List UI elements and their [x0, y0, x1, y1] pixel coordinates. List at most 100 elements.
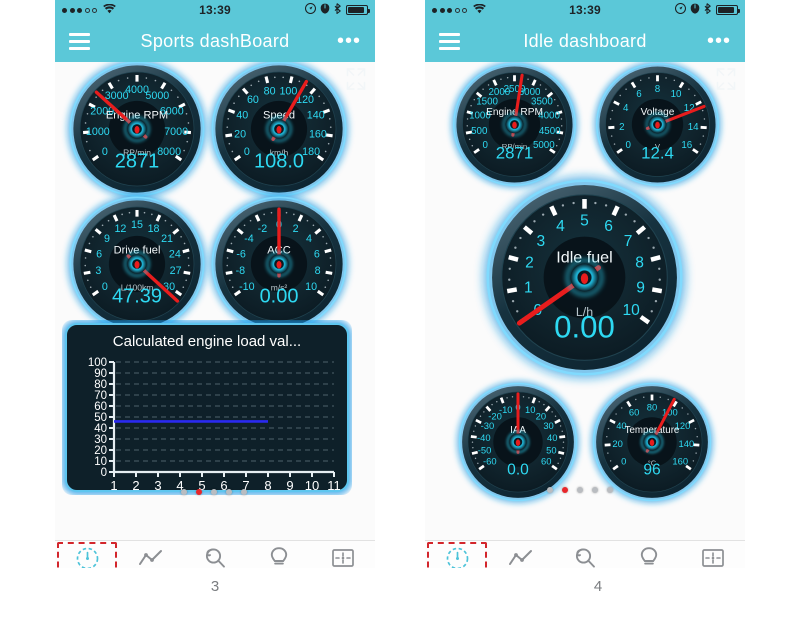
gauge-acc[interactable]: -10-8-6-4-20246810ACCm/s²0.00: [205, 190, 353, 338]
gauge-tick-label: 0: [102, 281, 108, 293]
chart-y-label: 80: [94, 379, 107, 391]
gauge-minor-tick: [673, 79, 676, 82]
gauge-minor-tick: [703, 118, 706, 120]
gauge-tick-label: 0: [621, 456, 626, 467]
gauge-major-tick: [471, 450, 478, 455]
gauge-value: 47.39: [112, 285, 162, 307]
diagnostics-search-icon: [573, 546, 597, 569]
page-dot[interactable]: [562, 487, 568, 493]
gauge-major-tick: [264, 76, 270, 84]
gauge-minor-tick: [625, 88, 627, 90]
gauge-minor-tick: [323, 102, 325, 105]
gauge-minor-tick: [545, 88, 547, 90]
gauge-value: 12.4: [641, 143, 674, 162]
tab-map[interactable]: Map: [311, 541, 375, 568]
gauge-major-tick: [325, 133, 333, 138]
page-dot[interactable]: [547, 487, 553, 493]
gauge-minor-tick: [237, 95, 240, 98]
gauge-tick-label: 30: [543, 420, 553, 431]
gauge-major-tick: [508, 255, 519, 262]
gauge-minor-tick: [694, 427, 697, 430]
expand-fullscreen-icon[interactable]: [343, 66, 369, 92]
gauge-minor-tick: [528, 397, 530, 399]
gauge-tick-label: 1: [524, 279, 533, 296]
tab-dashboard[interactable]: Dashboard: [425, 541, 489, 568]
tab-dashboard[interactable]: Dashboard: [55, 541, 119, 568]
gauge-tick-label: 100: [279, 85, 297, 97]
gauge-tick-label: 8: [635, 255, 644, 272]
page-dot[interactable]: [607, 487, 613, 493]
gauge-major-tick: [531, 397, 537, 404]
chart-x-label: 1: [110, 478, 117, 493]
gauge-minor-tick: [658, 278, 661, 281]
gauge-minor-tick: [621, 407, 623, 409]
gauge-minor-tick: [154, 79, 157, 82]
gauge-tick-label: 10: [525, 404, 535, 415]
gauge-minor-tick: [468, 138, 471, 141]
gauge-minor-tick: [228, 142, 231, 145]
chart-region: Calculated engine load val... 0 10 20 30 40 50…: [55, 320, 360, 500]
page-indicator-dots[interactable]: [547, 487, 613, 493]
tab-map[interactable]: Map: [681, 541, 745, 568]
needle-base: [649, 439, 655, 446]
gauge-engine-rpm[interactable]: 0 1000 2000 3000 4000 5000 6000 7000 8000 Engine …: [63, 62, 211, 203]
gauge-minor-tick: [187, 122, 190, 124]
gauge-minor-tick: [553, 98, 556, 101]
bottom-tab-bar: DashboardTripDiagnosticsWarningMap: [55, 540, 375, 568]
gauge-minor-tick: [473, 98, 476, 101]
page-dot[interactable]: [226, 489, 232, 495]
gauge-major-tick: [84, 248, 92, 254]
more-options-icon[interactable]: •••: [337, 31, 361, 51]
gauge-minor-tick: [257, 80, 260, 83]
tab-trip[interactable]: Trip: [489, 541, 553, 568]
gauge-drive-fuel[interactable]: 0 3 6 9 12 15 18 21 24 27 30 Drive fuel L/100km 47.39: [63, 190, 211, 338]
page-dot[interactable]: [577, 487, 583, 493]
more-options-icon[interactable]: •••: [707, 31, 731, 51]
gauge-major-tick: [650, 255, 661, 262]
gauge-tick-label: 5: [580, 212, 589, 229]
tab-diagnostics[interactable]: Diagnostics: [553, 541, 617, 568]
gauge-minor-tick: [561, 430, 563, 433]
tab-trip[interactable]: Trip: [119, 541, 183, 568]
battery-icon: [346, 5, 370, 15]
page-indicator-dots[interactable]: [181, 489, 247, 495]
bottom-tab-bar: DashboardTripDiagnosticsWarningMap: [425, 540, 745, 568]
page-dot[interactable]: [181, 489, 187, 495]
gauge-minor-tick: [324, 150, 327, 153]
gauge-minor-tick: [699, 143, 702, 145]
gauge-idle-fuel[interactable]: 012345678910Idle fuelL/h0.00: [477, 170, 692, 385]
gauge-value: 96: [643, 462, 660, 479]
gauge-minor-tick: [559, 425, 562, 427]
gauge-tick-label: 40: [236, 110, 248, 122]
gauge-minor-tick: [555, 144, 558, 147]
gauge-speed[interactable]: 0 20 40 60 80 100 120 140 160 180 Speed km/h 108.0: [205, 62, 353, 203]
gauge-tick-label: 6: [636, 89, 641, 100]
gauge-minor-tick: [298, 80, 301, 83]
gauge-minor-tick: [508, 267, 511, 270]
gauge-minor-tick: [466, 118, 469, 120]
page-dot[interactable]: [196, 489, 202, 495]
gauge-minor-tick: [514, 246, 517, 249]
gauge-minor-tick: [652, 246, 655, 249]
gauge-minor-tick: [250, 84, 253, 87]
gauge-major-tick: [506, 287, 518, 294]
page-dot[interactable]: [211, 489, 217, 495]
tab-warning[interactable]: Warning: [617, 541, 681, 568]
page-dot[interactable]: [592, 487, 598, 493]
gauge-minor-tick: [695, 452, 697, 454]
gauge-minor-tick: [86, 112, 89, 115]
engine-load-chart-card[interactable]: Calculated engine load val... 0 10 20 30 40 50…: [62, 320, 352, 495]
gauge-minor-tick: [500, 78, 502, 80]
trip-chart-icon: [138, 546, 164, 569]
gauge-minor-tick: [234, 235, 236, 238]
chart-x-label: 10: [305, 478, 319, 493]
gauge-minor-tick: [692, 460, 695, 462]
gauge-minor-tick: [560, 118, 563, 120]
expand-fullscreen-icon[interactable]: [713, 66, 739, 92]
tab-diagnostics[interactable]: Diagnostics: [183, 541, 247, 568]
gauge-tick-label: -10: [239, 281, 255, 293]
page-dot[interactable]: [241, 489, 247, 495]
gauge-minor-tick: [665, 77, 667, 79]
gauge-major-tick: [325, 270, 333, 275]
tab-warning[interactable]: Warning: [247, 541, 311, 568]
